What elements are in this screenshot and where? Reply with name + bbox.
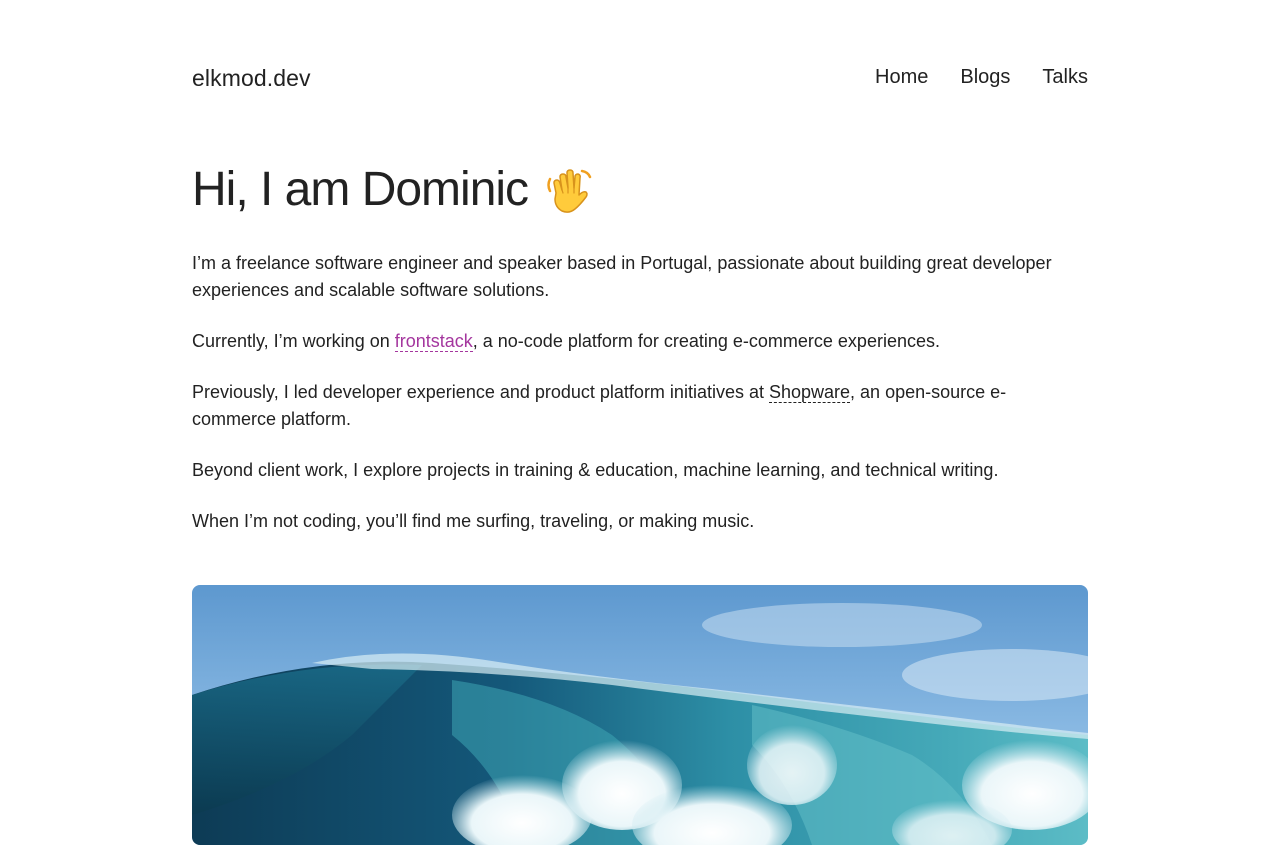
nav-item-home[interactable]: Home xyxy=(875,66,928,89)
bio-paragraph-previous: Previously, I led developer experience a… xyxy=(192,379,1088,433)
frontstack-link[interactable]: frontstack xyxy=(394,331,473,352)
intro-title-text: Hi, I am Dominic xyxy=(192,163,529,216)
bio-section: I’m a freelance software engineer and sp… xyxy=(192,250,1088,535)
waving-hand-icon xyxy=(542,163,596,217)
intro-heading: Hi, I am Dominic xyxy=(192,160,1088,220)
nav-item-blogs[interactable]: Blogs xyxy=(960,66,1010,89)
bio-text: , a no-code platform for creating e-comm… xyxy=(472,331,940,351)
bio-paragraph-intro: I’m a freelance software engineer and sp… xyxy=(192,253,1052,300)
main-nav: Home Blogs Talks xyxy=(875,66,1088,89)
bio-text: Previously, I led developer experience a… xyxy=(192,382,769,402)
site-header: elkmod.dev Home Blogs Talks xyxy=(192,0,1088,160)
site-logo-link[interactable]: elkmod.dev xyxy=(192,65,311,92)
shopware-link[interactable]: Shopware xyxy=(768,382,851,403)
bio-paragraph-projects: Beyond client work, I explore projects i… xyxy=(192,460,999,480)
nav-item-talks[interactable]: Talks xyxy=(1042,66,1088,89)
bio-paragraph-hobbies: When I’m not coding, you’ll find me surf… xyxy=(192,511,755,531)
bio-paragraph-current: Currently, I’m working on frontstack, a … xyxy=(192,328,1088,355)
hero-wave-image xyxy=(192,585,1088,845)
page-container: elkmod.dev Home Blogs Talks Hi, I am Dom… xyxy=(192,0,1088,535)
bio-text: Currently, I’m working on xyxy=(192,331,395,351)
